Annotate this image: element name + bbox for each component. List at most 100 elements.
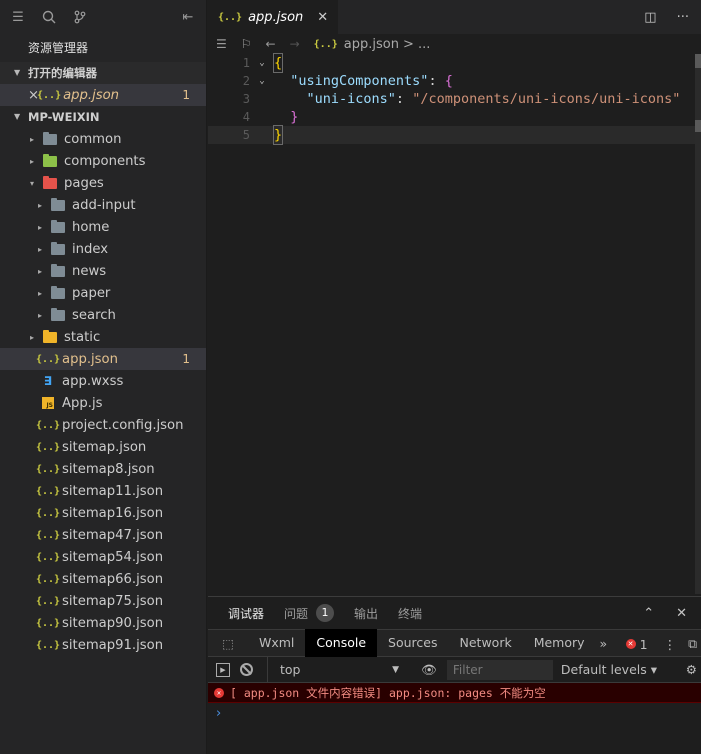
code-text: { — [272, 53, 284, 73]
tree-folder-components[interactable]: ▸ components — [0, 150, 206, 172]
tree-folder-index[interactable]: ▸ index — [0, 238, 206, 260]
inspect-element-icon[interactable]: ⬚ — [208, 636, 248, 651]
editor-tab-app-json[interactable]: {..} app.json ✕ — [208, 0, 340, 34]
editor-scrollbar[interactable] — [695, 54, 701, 594]
breadcrumb-file[interactable]: app.json — [344, 37, 399, 52]
json-file-icon: {..} — [35, 419, 61, 431]
forward-arrow-icon[interactable]: → — [290, 37, 300, 51]
bookmark-icon[interactable]: ⚐ — [241, 37, 252, 51]
problem-badge: 1 — [182, 88, 190, 102]
eye-icon[interactable]: 👁 — [421, 662, 437, 678]
chevron-up-icon[interactable]: ⌃ — [643, 606, 654, 621]
json-string: "/components/uni-icons/uni-icons" — [412, 91, 681, 107]
back-arrow-icon[interactable]: ← — [266, 37, 276, 51]
tree-file-sitemap8-json[interactable]: {..} sitemap8.json — [0, 458, 206, 480]
breadcrumb-rest: > ... — [402, 36, 431, 52]
tree-folder-static[interactable]: ▸ static — [0, 326, 206, 348]
tree-file-project-config-json[interactable]: {..} project.config.json — [0, 414, 206, 436]
tab-terminal[interactable]: 终端 — [398, 605, 422, 622]
devtools-tab-console[interactable]: Console — [305, 629, 378, 657]
more-tabs-icon[interactable]: » — [600, 636, 608, 651]
tree-folder-news[interactable]: ▸ news — [0, 260, 206, 282]
folder-icon — [50, 241, 66, 256]
open-editor-label: app.json — [63, 87, 120, 103]
tree-file-app-js[interactable]: JS App.js — [0, 392, 206, 414]
gear-icon[interactable]: ⚙ — [686, 662, 697, 677]
tree-folder-add-input[interactable]: ▸ add-input — [0, 194, 206, 216]
tree-folder-search[interactable]: ▸ search — [0, 304, 206, 326]
json-file-icon: {..} — [35, 463, 61, 475]
tree-item-label: sitemap66.json — [62, 571, 164, 587]
clear-console-icon[interactable] — [240, 663, 253, 676]
undock-icon[interactable]: ⧉ — [688, 636, 697, 652]
tree-file-sitemap47-json[interactable]: {..} sitemap47.json — [0, 524, 206, 546]
fold-chevron-icon[interactable]: ⌄ — [250, 54, 274, 72]
code-editor[interactable]: 1 ⌄ { 2 ⌄ "usingComponents": { 3 "uni-ic… — [208, 53, 701, 145]
files-icon[interactable]: ☰ — [10, 9, 26, 25]
tree-file-sitemap54-json[interactable]: {..} sitemap54.json — [0, 546, 206, 568]
open-editors-header[interactable]: ▼ 打开的编辑器 — [0, 62, 206, 84]
tree-item-label: sitemap54.json — [62, 549, 164, 565]
tree-folder-pages[interactable]: ▾ pages — [0, 172, 206, 194]
json-file-icon: {..} — [313, 38, 338, 50]
tree-file-app-json[interactable]: {..} app.json 1 — [0, 348, 206, 370]
error-icon: ✕ — [625, 639, 636, 649]
tree-item-label: sitemap47.json — [62, 527, 164, 543]
css-file-icon: ∃ — [43, 374, 53, 388]
code-text: "usingComponents": { — [274, 72, 453, 90]
context-select[interactable]: top ▼ — [267, 656, 407, 683]
json-file-icon: {..} — [35, 617, 61, 629]
folder-icon — [50, 197, 66, 212]
json-file-icon: {..} — [35, 551, 61, 563]
context-value: top — [280, 662, 301, 677]
problem-badge: 1 — [182, 352, 190, 366]
kebab-menu-icon[interactable]: ⋮ — [664, 637, 677, 652]
source-control-icon[interactable] — [72, 9, 88, 25]
tab-debugger[interactable]: 调试器 — [228, 605, 265, 631]
json-file-icon: {..} — [218, 11, 243, 23]
tree-item-label: index — [72, 241, 109, 257]
more-actions-icon[interactable]: ··· — [677, 10, 689, 25]
fold-chevron-icon[interactable]: ⌄ — [250, 72, 274, 90]
split-editor-icon[interactable]: ◫ — [644, 10, 656, 25]
folder-icon — [42, 153, 58, 168]
log-levels-select[interactable]: Default levels ▾ — [561, 662, 657, 677]
console-toolbar: ▶ top ▼ 👁 Filter Default levels ▾ ⚙ — [208, 656, 701, 683]
devtools-tab-wxml[interactable]: Wxml — [248, 629, 305, 657]
error-count[interactable]: 1 — [640, 637, 648, 652]
scrollbar-thumb[interactable] — [695, 54, 701, 68]
workspace-header[interactable]: ▼ MP-WEIXIN — [0, 106, 206, 128]
search-icon[interactable] — [41, 9, 57, 25]
tree-file-sitemap66-json[interactable]: {..} sitemap66.json — [0, 568, 206, 590]
tree-folder-paper[interactable]: ▸ paper — [0, 282, 206, 304]
tab-problems[interactable]: 问题 1 — [284, 604, 335, 622]
sidebar-toggle-icon[interactable]: ▶ — [216, 662, 230, 677]
console-prompt[interactable]: › — [208, 703, 701, 725]
devtools-tab-network[interactable]: Network — [449, 629, 523, 657]
devtools-tab-memory[interactable]: Memory — [523, 629, 596, 657]
tree-file-sitemap75-json[interactable]: {..} sitemap75.json — [0, 590, 206, 612]
tree-file-sitemap11-json[interactable]: {..} sitemap11.json — [0, 480, 206, 502]
tree-file-sitemap16-json[interactable]: {..} sitemap16.json — [0, 502, 206, 524]
tree-item-label: search — [72, 307, 116, 323]
json-file-icon: {..} — [37, 89, 62, 101]
devtools-right: ✕ 1 ⋮ ⧉ — [625, 630, 701, 658]
tree-file-app-wxss[interactable]: ∃ app.wxss — [0, 370, 206, 392]
list-icon[interactable]: ☰ — [216, 37, 227, 51]
tree-file-sitemap90-json[interactable]: {..} sitemap90.json — [0, 612, 206, 634]
line-number: 4 — [242, 110, 250, 124]
close-icon[interactable]: ✕ — [676, 606, 687, 621]
tree-folder-common[interactable]: ▸ common — [0, 128, 206, 150]
devtools-tab-sources[interactable]: Sources — [377, 629, 448, 657]
open-editor-item[interactable]: × {..} app.json 1 — [0, 84, 206, 106]
tree-file-sitemap-json[interactable]: {..} sitemap.json — [0, 436, 206, 458]
filter-input[interactable]: Filter — [446, 659, 553, 680]
close-icon[interactable]: ✕ — [317, 10, 328, 25]
tree-folder-home[interactable]: ▸ home — [0, 216, 206, 238]
devtools-tabs: ⬚ Wxml Console Sources Network Memory » … — [208, 629, 701, 657]
tree-file-sitemap91-json[interactable]: {..} sitemap91.json — [0, 634, 206, 656]
tree-item-label: sitemap11.json — [62, 483, 164, 499]
collapse-icon[interactable]: ⇤ — [180, 9, 196, 25]
tab-output[interactable]: 输出 — [354, 605, 378, 622]
chevron-down-icon: ▼ — [392, 664, 399, 675]
